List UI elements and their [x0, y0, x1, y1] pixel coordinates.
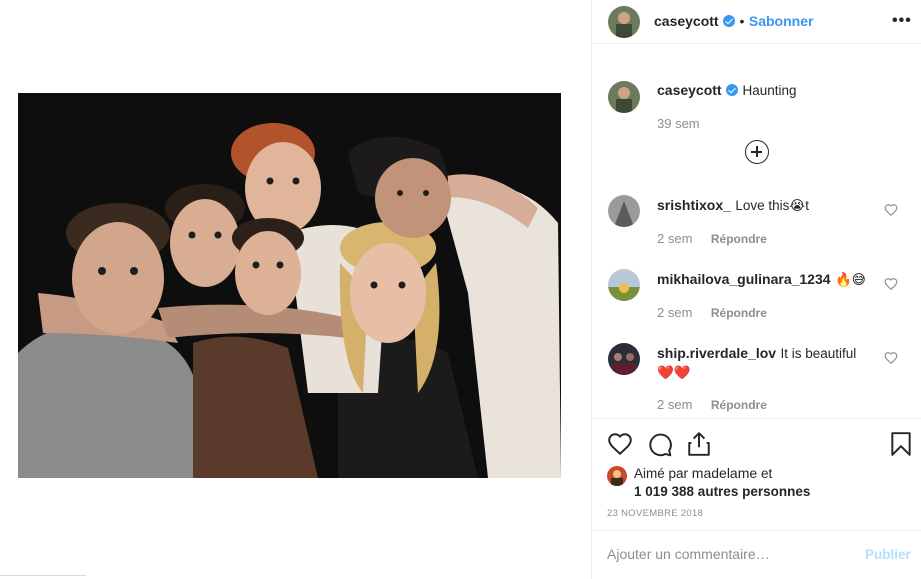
comment-like-heart-icon[interactable]	[884, 351, 898, 365]
comment-time: 2 sem	[657, 305, 693, 320]
comment-input[interactable]	[607, 546, 857, 562]
comment-avatar-image	[608, 269, 640, 301]
likes-summary: Aimé par madelame et 1 019 388 autres pe…	[634, 464, 810, 501]
likes-count-link[interactable]: 1 019 388 autres personnes	[634, 483, 810, 501]
comment-time: 2 sem	[657, 231, 693, 246]
comment-body: ship.riverdale_lov It is beautiful ❤️❤️	[657, 345, 877, 381]
caption-username[interactable]: caseycott	[657, 82, 722, 98]
likes-prefix: Aimé par	[634, 466, 689, 481]
comment-avatar-image	[608, 343, 640, 375]
comment-like-heart-icon[interactable]	[884, 203, 898, 217]
comment-time: 2 sem	[657, 397, 693, 412]
comment-body: mikhailova_gulinara_1234 🔥😅	[657, 271, 877, 289]
post-photo-graphic	[18, 93, 561, 478]
comment-username[interactable]: mikhailova_gulinara_1234	[657, 271, 831, 287]
post-photo[interactable]	[18, 93, 561, 478]
liker-avatar[interactable]	[607, 466, 627, 486]
verified-badge-icon	[723, 15, 736, 27]
comment-username[interactable]: ship.riverdale_lov	[657, 345, 776, 361]
caption-time: 39 sem	[657, 116, 700, 131]
post-header: caseycott • Sabonner •••	[592, 0, 921, 44]
comment-meta: 2 sem Répondre	[657, 230, 767, 248]
follow-button[interactable]: Sabonner	[749, 13, 814, 29]
load-more-comments-icon[interactable]	[745, 140, 769, 164]
post-side-panel: caseycott • Sabonner ••• caseycott Haunt…	[591, 0, 921, 579]
likes-line-1: Aimé par madelame et	[634, 464, 810, 483]
comment-text: Love this😭t	[735, 198, 809, 213]
comment-username[interactable]: srishtixox_	[657, 197, 731, 213]
comment-avatar-image	[608, 195, 640, 227]
comment-text: It is beautiful	[780, 346, 857, 361]
comment-meta: 2 sem Répondre	[657, 396, 767, 414]
liker-avatar-image	[607, 466, 627, 486]
comment-line: ship.riverdale_lov It is beautiful	[657, 345, 877, 363]
comment-text: 🔥😅	[835, 272, 866, 287]
bookmark-icon[interactable]	[888, 431, 914, 457]
reply-button[interactable]: Répondre	[711, 232, 767, 246]
author-line: caseycott • Sabonner	[654, 13, 813, 31]
liker-username[interactable]: madelame	[692, 465, 757, 481]
add-comment-bar: Publier	[592, 530, 921, 579]
post-date[interactable]: 23 NOVEMBRE 2018	[607, 508, 703, 519]
more-options-icon[interactable]: •••	[892, 12, 912, 30]
heart-icon[interactable]	[607, 431, 633, 457]
separator-dot: •	[739, 13, 745, 29]
media-column	[0, 0, 591, 579]
comment-avatar[interactable]	[608, 343, 640, 375]
comment-avatar[interactable]	[608, 269, 640, 301]
likes-suffix: et	[760, 466, 773, 481]
share-icon[interactable]	[686, 431, 712, 457]
comment-avatar[interactable]	[608, 195, 640, 227]
caption-avatar-image	[608, 81, 640, 113]
author-avatar[interactable]	[608, 6, 640, 38]
caption-text: Haunting	[742, 83, 797, 98]
verified-badge-icon	[726, 84, 739, 96]
caption: caseycott Haunting	[657, 82, 797, 100]
author-username[interactable]: caseycott	[654, 13, 719, 29]
caption-avatar[interactable]	[608, 81, 640, 113]
comment-like-heart-icon[interactable]	[884, 277, 898, 291]
post-actions: Aimé par madelame et 1 019 388 autres pe…	[592, 418, 921, 530]
reply-button[interactable]: Répondre	[711, 306, 767, 320]
reply-button[interactable]: Répondre	[711, 398, 767, 412]
page-divider	[0, 575, 86, 576]
comment-text-emoji: ❤️❤️	[657, 365, 691, 380]
author-avatar-image	[608, 6, 640, 38]
comment-body: srishtixox_ Love this😭t	[657, 197, 877, 215]
comment-icon[interactable]	[647, 431, 673, 457]
publish-button[interactable]: Publier	[865, 547, 911, 562]
comment-meta: 2 sem Répondre	[657, 304, 767, 322]
